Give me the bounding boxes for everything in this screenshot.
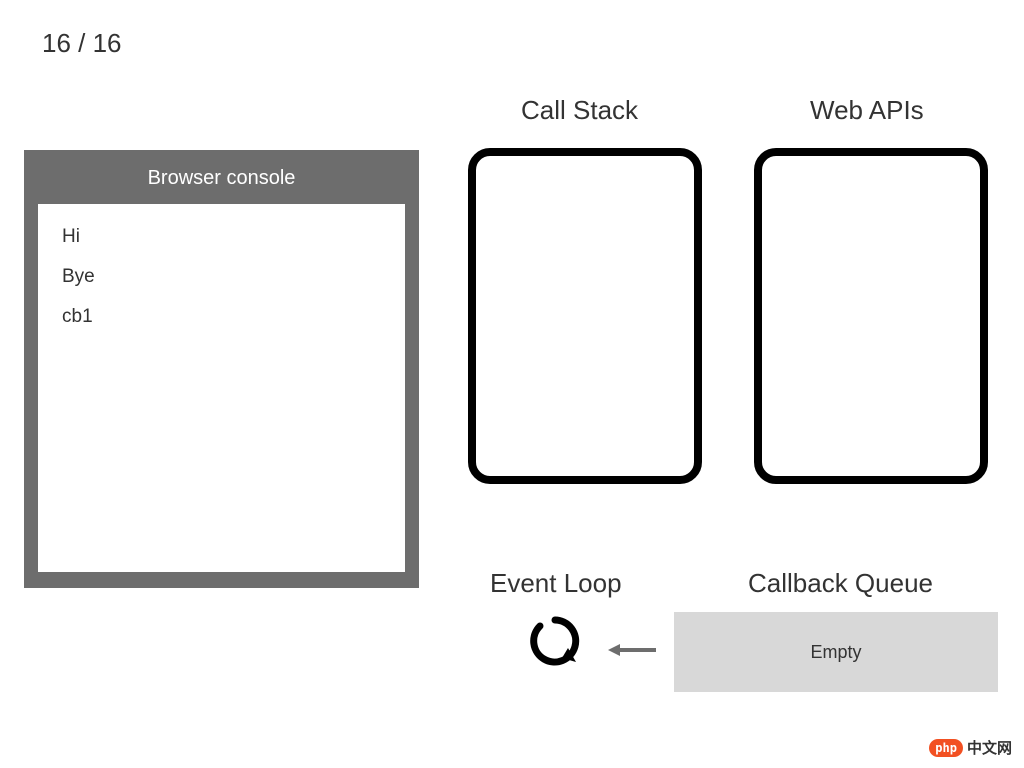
web-apis-title: Web APIs bbox=[810, 95, 924, 126]
browser-console-panel: Browser console Hi Bye cb1 bbox=[24, 150, 419, 588]
callback-queue-content: Empty bbox=[810, 642, 861, 663]
console-line: Hi bbox=[62, 226, 381, 248]
step-counter: 16 / 16 bbox=[42, 28, 122, 59]
console-title: Browser console bbox=[24, 150, 419, 204]
arrow-left-icon bbox=[608, 640, 658, 665]
call-stack-box bbox=[468, 148, 702, 484]
callback-queue-box: Empty bbox=[674, 612, 998, 692]
event-loop-icon bbox=[528, 614, 582, 673]
console-line: Bye bbox=[62, 266, 381, 288]
callback-queue-title: Callback Queue bbox=[748, 568, 933, 599]
watermark: php 中文网 bbox=[929, 737, 1012, 758]
watermark-text: 中文网 bbox=[967, 737, 1012, 758]
console-line: cb1 bbox=[62, 306, 381, 328]
event-loop-title: Event Loop bbox=[490, 568, 622, 599]
call-stack-title: Call Stack bbox=[521, 95, 638, 126]
watermark-badge: php bbox=[929, 739, 963, 757]
console-body: Hi Bye cb1 bbox=[38, 204, 405, 572]
web-apis-box bbox=[754, 148, 988, 484]
